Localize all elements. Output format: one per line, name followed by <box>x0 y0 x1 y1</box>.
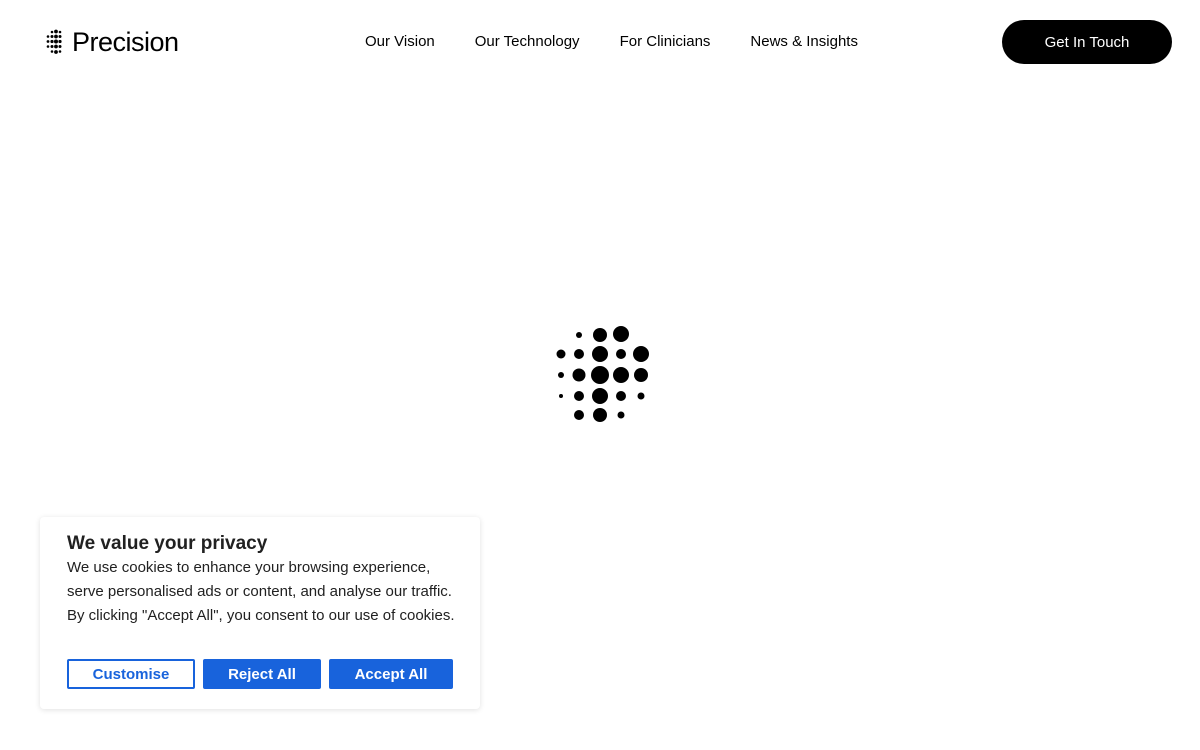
logo-link[interactable]: Precision <box>44 27 179 57</box>
dot-grid-logo-icon <box>46 29 62 54</box>
site-header: Precision Our Vision Our Technology For … <box>0 0 1200 84</box>
nav-link-news-insights[interactable]: News & Insights <box>750 31 858 53</box>
get-in-touch-button[interactable]: Get In Touch <box>1002 20 1172 64</box>
main-nav: Our Vision Our Technology For Clinicians… <box>365 31 858 53</box>
reject-all-button[interactable]: Reject All <box>203 659 321 689</box>
cookie-banner-actions: Customise Reject All Accept All <box>67 659 453 689</box>
nav-link-for-clinicians[interactable]: For Clinicians <box>620 31 711 53</box>
nav-link-our-technology[interactable]: Our Technology <box>475 31 580 53</box>
accept-all-button[interactable]: Accept All <box>329 659 453 689</box>
cookie-banner-title: We value your privacy <box>67 533 268 554</box>
nav-link-our-vision[interactable]: Our Vision <box>365 31 435 53</box>
cookie-banner-description: We use cookies to enhance your browsing … <box>67 559 455 624</box>
cookie-consent-banner: We value your privacy We use cookies to … <box>40 517 480 709</box>
page: Precision Our Vision Our Technology For … <box>0 0 1200 750</box>
logo-text: Precision <box>72 27 179 57</box>
dot-grid-loading-icon <box>556 326 649 422</box>
customise-button[interactable]: Customise <box>67 659 195 689</box>
